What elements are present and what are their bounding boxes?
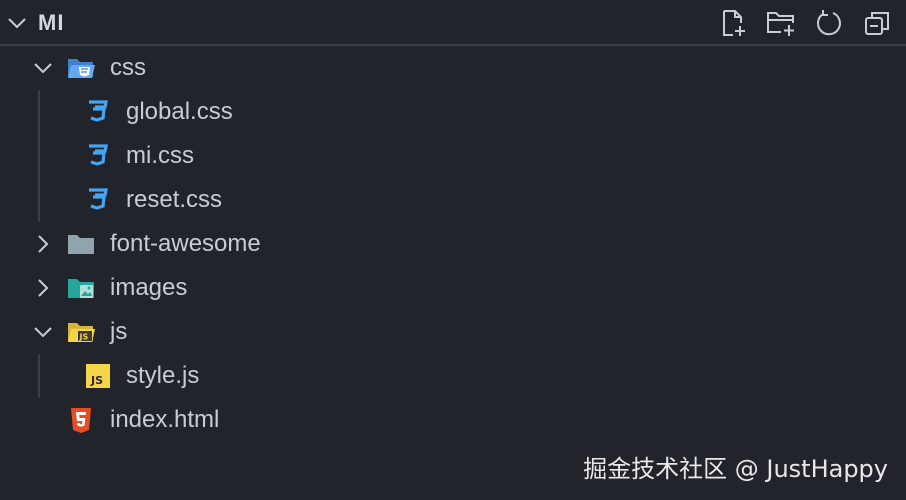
chevron-down-icon[interactable] — [6, 12, 28, 34]
tree-item-label: images — [110, 274, 188, 301]
file-explorer: MI css global.css mi.css reset.css font-… — [0, 0, 906, 500]
tree-item-label: css — [110, 54, 146, 81]
css-file-icon — [89, 100, 108, 122]
tree-item-label: style.js — [126, 362, 200, 389]
explorer-toolbar — [716, 6, 894, 40]
folder-icon — [68, 235, 94, 254]
css-folder-open-icon — [68, 59, 95, 78]
tree-item-label: index.html — [110, 406, 220, 433]
new-folder-icon — [767, 12, 794, 36]
file-tree: css global.css mi.css reset.css font-awe… — [0, 46, 906, 442]
chevron-down-icon — [34, 327, 52, 338]
html-file-icon — [71, 408, 91, 433]
tree-file-index-html[interactable]: index.html — [0, 398, 906, 442]
tree-folder-css[interactable]: css — [0, 46, 906, 90]
tree-item-label: global.css — [126, 98, 233, 125]
tree-item-label: reset.css — [126, 186, 223, 213]
explorer-header[interactable]: MI — [0, 0, 906, 46]
collapse-all-button[interactable] — [860, 6, 894, 40]
chevron-right-icon — [38, 235, 49, 253]
js-file-icon: JS — [86, 364, 110, 388]
tree-folder-images[interactable]: images — [0, 266, 906, 310]
refresh-button[interactable] — [812, 6, 846, 40]
new-folder-button[interactable] — [764, 6, 798, 40]
new-file-icon — [723, 10, 745, 36]
tree-file-style-js[interactable]: JS style.js — [0, 354, 906, 398]
svg-text:JS: JS — [90, 374, 103, 387]
tree-file-reset-css[interactable]: reset.css — [0, 178, 906, 222]
chevron-right-icon — [38, 279, 49, 297]
new-file-button[interactable] — [716, 6, 750, 40]
tree-file-mi-css[interactable]: mi.css — [0, 134, 906, 178]
tree-item-label: mi.css — [126, 142, 194, 169]
css-file-icon — [89, 144, 108, 166]
collapse-all-icon — [865, 12, 889, 35]
watermark: 掘金技术社区 @ JustHappy — [583, 455, 888, 483]
js-folder-open-icon: JS — [68, 323, 95, 342]
tree-folder-js[interactable]: JS js — [0, 310, 906, 354]
tree-item-label: font-awesome — [110, 230, 261, 257]
tree-folder-font-awesome[interactable]: font-awesome — [0, 222, 906, 266]
tree-file-global-css[interactable]: global.css — [0, 90, 906, 134]
svg-text:JS: JS — [79, 333, 89, 342]
explorer-title[interactable]: MI — [38, 10, 64, 36]
tree-item-label: js — [110, 318, 128, 345]
css-file-icon — [89, 188, 108, 210]
refresh-icon — [816, 10, 841, 36]
chevron-down-icon — [34, 63, 52, 74]
images-folder-icon — [68, 279, 94, 298]
